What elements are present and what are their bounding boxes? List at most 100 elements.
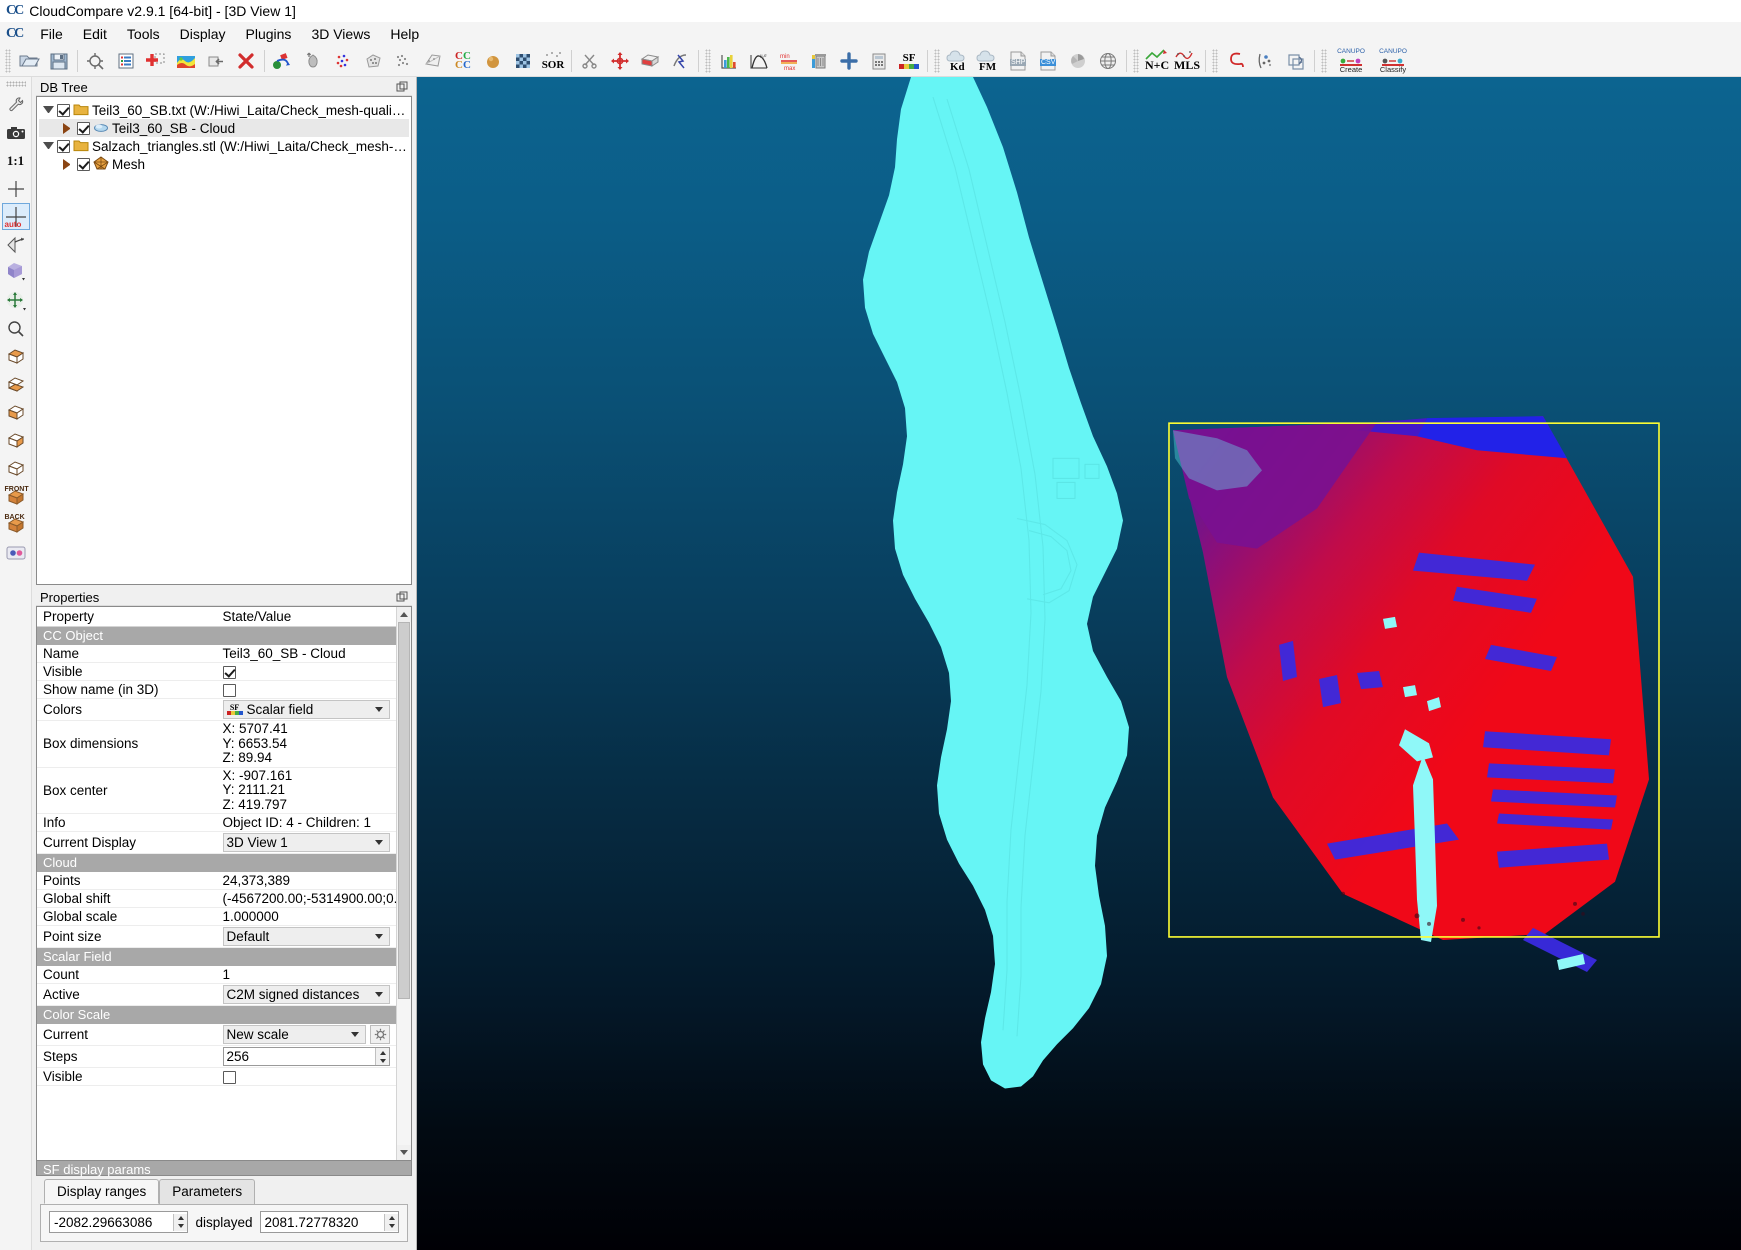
segment-button[interactable]	[298, 47, 328, 75]
sf-arithmetic-button[interactable]	[864, 47, 894, 75]
toggle-db-tree-button[interactable]	[111, 47, 141, 75]
zoom-mode-button[interactable]	[2, 315, 30, 342]
sor-filter-button[interactable]: SOR	[538, 47, 568, 75]
min-max-gradient-button[interactable]: min max	[774, 47, 804, 75]
toolbar-grip[interactable]	[934, 48, 940, 73]
kd-tree-button[interactable]: Kd	[943, 47, 973, 75]
tree-item-teil3-txt[interactable]: Teil3_60_SB.txt (W:/Hiwi_Laita/Check_mes…	[39, 101, 409, 119]
flip-view-button[interactable]	[2, 231, 30, 258]
tree-checkbox[interactable]	[77, 157, 90, 171]
menu-file[interactable]: File	[30, 24, 73, 44]
poisson-recon-button[interactable]	[1063, 47, 1093, 75]
range-max-up-button[interactable]	[385, 1214, 398, 1223]
tab-parameters[interactable]: Parameters	[159, 1179, 256, 1204]
show-name-checkbox[interactable]	[222, 683, 236, 697]
color-scale-visible-checkbox[interactable]	[222, 1071, 236, 1085]
range-max-spin[interactable]	[384, 1213, 399, 1231]
view-bottom-button[interactable]	[2, 371, 30, 398]
tree-item-mesh[interactable]: Mesh	[39, 155, 409, 173]
scrollbar-track[interactable]	[397, 622, 411, 1145]
db-tree-float-button[interactable]	[396, 81, 408, 93]
range-min-up-button[interactable]	[174, 1214, 187, 1223]
tab-display-ranges[interactable]: Display ranges	[44, 1179, 160, 1204]
color-scale-button[interactable]	[171, 47, 201, 75]
cloud-cloud-dist-button[interactable]: CC CC	[448, 47, 478, 75]
open-file-button[interactable]	[14, 47, 44, 75]
colors-combo[interactable]: SF Scalar field	[222, 700, 390, 719]
register-button[interactable]	[268, 47, 298, 75]
chevron-down-icon[interactable]	[43, 105, 54, 117]
view-left-button[interactable]	[2, 427, 30, 454]
range-max-down-button[interactable]	[385, 1222, 398, 1231]
merge-button[interactable]	[201, 47, 231, 75]
render-to-file-button[interactable]	[2, 119, 30, 146]
add-scalar-field-button[interactable]	[834, 47, 864, 75]
view-front-side-button[interactable]	[2, 399, 30, 426]
vtoolbar-grip[interactable]	[5, 81, 26, 87]
zoom-one-to-one-button[interactable]: 1:1	[2, 147, 30, 174]
range-min-down-button[interactable]	[174, 1222, 187, 1231]
canupo-classify-button[interactable]: CANUPO Classify	[1372, 47, 1414, 75]
view-back-button[interactable]: BACK	[2, 511, 30, 538]
tree-checkbox[interactable]	[57, 103, 70, 117]
steps-up-button[interactable]	[376, 1048, 389, 1057]
scissors-crop-button[interactable]	[575, 47, 605, 75]
pan-mode-button[interactable]	[2, 287, 30, 314]
toolbar-grip[interactable]	[705, 48, 711, 73]
view-front-button[interactable]: FRONT	[2, 483, 30, 510]
view-top-button[interactable]	[2, 343, 30, 370]
menu-3d-views[interactable]: 3D Views	[301, 24, 380, 44]
save-file-button[interactable]	[44, 47, 74, 75]
checkerboard-button[interactable]	[508, 47, 538, 75]
range-min-field[interactable]: -2082.29663086	[49, 1211, 189, 1233]
clone-button[interactable]	[141, 47, 171, 75]
fit-sphere-button[interactable]	[478, 47, 508, 75]
cloud-to-mesh-button[interactable]	[418, 47, 448, 75]
qanimation-button[interactable]	[1221, 47, 1251, 75]
canupo-create-button[interactable]: CANUPO Create	[1330, 47, 1372, 75]
set-pivot-point-button[interactable]	[2, 175, 30, 202]
toolbar-grip[interactable]	[1212, 48, 1218, 73]
hough-normals-button[interactable]	[1281, 47, 1311, 75]
chevron-right-icon[interactable]	[63, 158, 74, 170]
subsample-button[interactable]	[358, 47, 388, 75]
active-sf-combo[interactable]: C2M signed distances	[222, 985, 390, 1005]
tree-checkbox[interactable]	[77, 121, 90, 135]
properties-scrollbar[interactable]	[396, 607, 411, 1160]
menu-plugins[interactable]: Plugins	[236, 24, 302, 44]
delete-button[interactable]	[231, 47, 261, 75]
normals-curvature-button[interactable]: N+C	[1142, 47, 1172, 75]
color-scale-combo[interactable]: New scale	[222, 1025, 366, 1045]
menu-help[interactable]: Help	[380, 24, 429, 44]
histogram-button[interactable]	[714, 47, 744, 75]
db-tree-list[interactable]: Teil3_60_SB.txt (W:/Hiwi_Laita/Check_mes…	[36, 96, 412, 585]
chevron-right-icon[interactable]	[63, 122, 74, 134]
object-view-mode-button[interactable]	[2, 259, 30, 286]
shp-export-button[interactable]: SHP	[1003, 47, 1033, 75]
point-picking-button[interactable]	[328, 47, 358, 75]
edit-color-scale-button[interactable]	[370, 1025, 390, 1045]
pick-rotation-center-button[interactable]	[2, 91, 30, 118]
range-max-field[interactable]: 2081.72778320	[259, 1211, 400, 1233]
range-min-spin[interactable]	[173, 1213, 188, 1231]
scroll-down-button[interactable]	[397, 1145, 411, 1160]
properties-float-button[interactable]	[396, 591, 408, 603]
scrollbar-thumb[interactable]	[398, 622, 410, 999]
globe-tool-button[interactable]	[1093, 47, 1123, 75]
stereo-mode-button[interactable]	[2, 539, 30, 566]
sf-gradient-button[interactable]: SF	[894, 47, 924, 75]
visible-checkbox[interactable]	[222, 665, 236, 679]
translate-rotate-button[interactable]	[605, 47, 635, 75]
facets-tool-button[interactable]	[1251, 47, 1281, 75]
menu-edit[interactable]: Edit	[73, 24, 117, 44]
csv-export-button[interactable]: CSV	[1033, 47, 1063, 75]
toolbar-grip[interactable]	[1133, 48, 1139, 73]
point-size-combo[interactable]: Default	[222, 927, 390, 947]
menu-display[interactable]: Display	[170, 24, 236, 44]
compute-normals-button[interactable]	[388, 47, 418, 75]
toolbar-grip[interactable]	[1321, 48, 1327, 73]
tree-item-salzach-stl[interactable]: Salzach_triangles.stl (W:/Hiwi_Laita/Che…	[39, 137, 409, 155]
steps-down-button[interactable]	[376, 1057, 389, 1066]
toolbar-grip[interactable]	[5, 48, 11, 73]
current-display-combo[interactable]: 3D View 1	[222, 833, 390, 853]
